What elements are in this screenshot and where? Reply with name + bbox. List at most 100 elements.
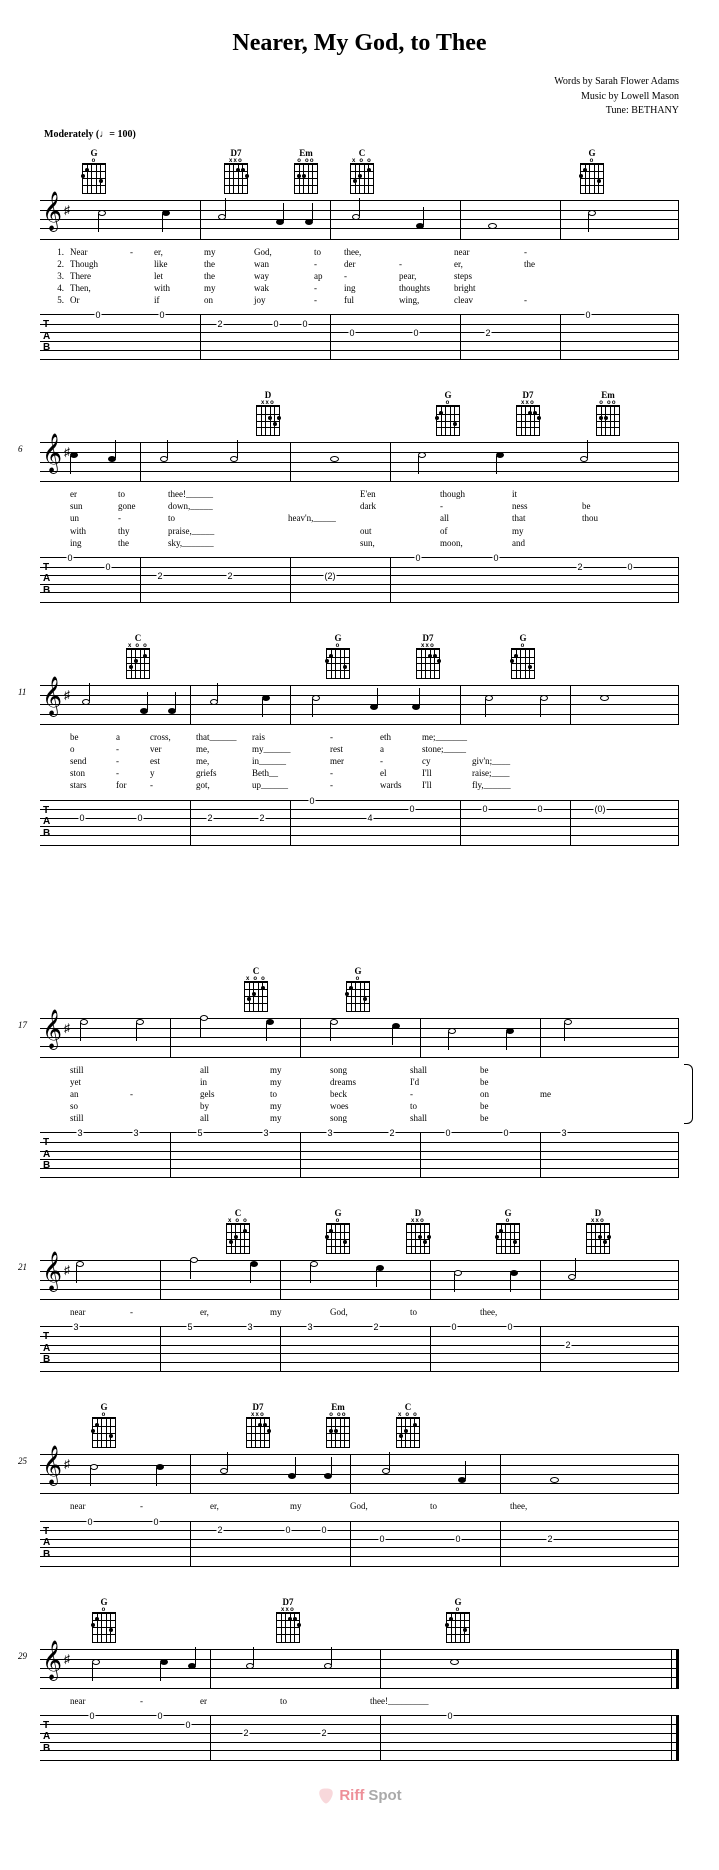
tab-label: TAB [43, 1137, 50, 1172]
note [162, 210, 170, 216]
tab-fret-number: 5 [196, 1128, 203, 1138]
lyric-syllable: stone;_____ [422, 743, 472, 755]
chord-diagram-g: G o [326, 1208, 350, 1254]
lyric-syllable: the [524, 258, 584, 270]
lyric-syllable [550, 1306, 610, 1318]
chord-name: D7 [523, 390, 534, 400]
tab-fret-number: 0 [444, 1128, 451, 1138]
lyric-syllable [288, 537, 360, 549]
chord-diagram-g: G o [511, 633, 535, 679]
verse-number [40, 1112, 70, 1124]
lyric-line: starsfor-got,up______-wardsI'llfly,_____… [40, 779, 679, 791]
lyric-syllable: and [512, 537, 582, 549]
note [156, 1464, 164, 1470]
lyric-syllable: griefs [196, 767, 252, 779]
tab-fret-number: 0 [184, 1720, 191, 1730]
lyric-syllable: - [116, 755, 150, 767]
lyric-syllable: to [168, 512, 288, 524]
lyrics-block: 1.Near-er,myGod,tothee,near-2.Thoughlike… [40, 246, 679, 307]
lyric-syllable: of [440, 525, 512, 537]
lyric-line: sobymywoestobe [40, 1100, 679, 1112]
tab-fret-number: 0 [156, 1711, 163, 1721]
lyric-syllable: God, [254, 246, 314, 258]
lyric-syllable: my [270, 1076, 330, 1088]
chord-name: D7 [283, 1597, 294, 1607]
lyric-syllable: Then, [70, 282, 130, 294]
verse-number [40, 1064, 70, 1076]
lyric-syllable: I'd [410, 1076, 480, 1088]
note [330, 456, 339, 462]
chord-diagram-d7: D7xxo [276, 1597, 300, 1643]
tab-fret-number: 0 [446, 1711, 453, 1721]
tab-fret-number: 0 [502, 1128, 509, 1138]
lyric-syllable [530, 1695, 590, 1707]
lyric-syllable: cleav [454, 294, 524, 306]
tab-fret-number: 0 [152, 1517, 159, 1527]
chord-diagram-d7: D7xxo [224, 148, 248, 194]
lyric-syllable: - [380, 755, 422, 767]
tab-fret-number: 0 [301, 319, 308, 329]
lyrics-block: beacross,that______rais-ethme;_______o-v… [40, 731, 679, 792]
note [450, 1659, 459, 1665]
tab-fret-number: 2 [206, 813, 213, 823]
lyric-line: 5.Orifonjoy-fulwing,cleav- [40, 294, 679, 306]
key-signature: ♯ [64, 203, 70, 218]
lyric-syllable: er, [210, 1500, 290, 1512]
lyric-syllable [540, 1100, 600, 1112]
music-system: G oD7xxo Emo ooCx o oG o𝄞♯1.Near-er,myGo… [40, 144, 679, 361]
lyric-syllable [540, 1064, 600, 1076]
treble-clef-icon: 𝄞 [42, 1255, 62, 1289]
tab-fret-number: 2 [226, 571, 233, 581]
tab-fret-number: 0 [378, 1534, 385, 1544]
tab-fret-number: (2) [324, 571, 337, 581]
tab-fret-number: 0 [308, 796, 315, 806]
lyric-line: ingthesky,_______sun,moon,and [40, 537, 679, 549]
note [250, 1261, 258, 1267]
lyric-syllable: for [116, 779, 150, 791]
lyric-syllable: a [380, 743, 422, 755]
lyric-syllable: send [70, 755, 116, 767]
lyric-syllable: let [154, 270, 204, 282]
tempo-marking: Moderately (♩= 100) [44, 129, 679, 140]
lyric-syllable: to [280, 1695, 370, 1707]
lyric-syllable [288, 525, 360, 537]
note [376, 1265, 384, 1271]
lyric-syllable [524, 270, 584, 282]
lyric-syllable: - [440, 500, 512, 512]
note [564, 1019, 572, 1025]
verse-number [40, 1088, 70, 1100]
lyric-syllable: woes [330, 1100, 410, 1112]
lyric-syllable: God, [330, 1306, 410, 1318]
verse-number: 4. [40, 282, 70, 294]
tab-fret-number: (0) [594, 804, 607, 814]
verse-number [40, 779, 70, 791]
tablature: TAB002000020 [40, 314, 679, 360]
fretboard [126, 649, 150, 679]
lyric-syllable: - [410, 1088, 480, 1100]
music-system: G oD7xxo G o29𝄞♯near-ertothee!_________T… [40, 1593, 679, 1761]
lyric-line: sungonedown,_____dark-nessbe [40, 500, 679, 512]
lyric-syllable: still [70, 1064, 130, 1076]
chord-row: G oD7xxo Emo ooCx o oG o [40, 144, 679, 194]
lyric-syllable: - [140, 1500, 210, 1512]
note [540, 695, 548, 701]
lyric-syllable: near [70, 1500, 140, 1512]
tab-label: TAB [43, 805, 50, 840]
tab-label: TAB [43, 1526, 50, 1561]
lyric-syllable [540, 1076, 600, 1088]
lyric-syllable [630, 1695, 670, 1707]
music-system: Dxxo G oD7xxo Emo oo6𝄞♯ertothee!______E'… [40, 386, 679, 603]
chord-name: C [135, 633, 142, 643]
tab-fret-number: 5 [186, 1322, 193, 1332]
fretboard [224, 164, 248, 194]
lyric-syllable [130, 1064, 200, 1076]
chord-diagram-c: Cx o o [226, 1208, 250, 1254]
song-title: Nearer, My God, to Thee [40, 30, 679, 57]
lyric-syllable: my [204, 282, 254, 294]
tab-fret-number: 2 [258, 813, 265, 823]
tab-fret-number: 0 [492, 553, 499, 563]
tablature: TAB002204000(0) [40, 800, 679, 846]
lyric-syllable: - [130, 1306, 200, 1318]
lyric-syllable: - [330, 767, 380, 779]
tab-fret-number: 3 [262, 1128, 269, 1138]
